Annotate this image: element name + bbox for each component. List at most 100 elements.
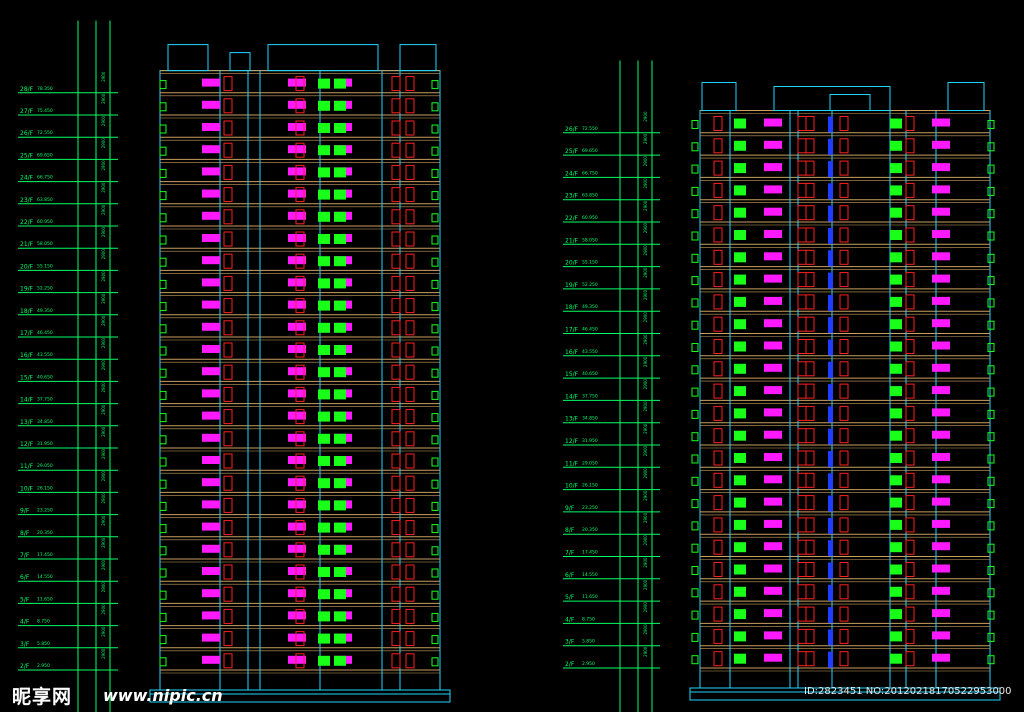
balcony-panel bbox=[890, 163, 902, 174]
window-frame bbox=[391, 164, 401, 180]
balcony-panel bbox=[932, 274, 950, 283]
storey-height-dimension: 2900 bbox=[643, 535, 648, 546]
storey-height-dimension: 2900 bbox=[101, 293, 106, 304]
balcony-panel bbox=[764, 207, 782, 216]
edge-balcony bbox=[431, 635, 439, 645]
stair-window bbox=[828, 317, 833, 334]
window-frame bbox=[797, 339, 807, 354]
storey-height-dimension: 2900 bbox=[101, 559, 106, 570]
storey-height-dimension: 2900 bbox=[101, 182, 106, 193]
edge-balcony bbox=[431, 568, 439, 578]
level-value: 66.750 bbox=[37, 175, 53, 181]
window-frame bbox=[223, 497, 233, 513]
balcony-panel bbox=[334, 322, 346, 333]
storey-height-dimension: 2900 bbox=[643, 446, 648, 457]
level-value: 31.950 bbox=[582, 438, 598, 444]
edge-balcony bbox=[691, 632, 699, 642]
floor-label: 14/F bbox=[20, 397, 34, 404]
balcony-panel bbox=[890, 274, 902, 285]
balcony-panel bbox=[764, 185, 782, 194]
balcony-panel bbox=[932, 363, 950, 372]
balcony-panel bbox=[288, 167, 306, 176]
right-building-elevation: 2/F 2.950 2900 3/F 5.850 2900 4/F 8.750 2900 5/F 1… bbox=[563, 60, 1001, 712]
level-value: 66.750 bbox=[582, 170, 598, 176]
edge-balcony bbox=[159, 302, 167, 312]
floor-label: 14/F bbox=[565, 393, 579, 400]
floor-label: 12/F bbox=[565, 438, 579, 445]
level-value: 60.950 bbox=[37, 219, 53, 225]
floor-label: 13/F bbox=[565, 416, 579, 423]
balcony-panel bbox=[932, 252, 950, 261]
balcony-panel bbox=[890, 497, 902, 508]
balcony-panel bbox=[202, 633, 220, 642]
window-frame bbox=[223, 187, 233, 203]
floor-label: 23/F bbox=[565, 193, 579, 200]
storey-height-dimension: 2900 bbox=[101, 448, 106, 459]
balcony-panel bbox=[764, 519, 782, 528]
edge-balcony bbox=[691, 387, 699, 397]
level-value: 23.250 bbox=[37, 508, 53, 514]
window-frame bbox=[797, 428, 807, 444]
level-value: 26.150 bbox=[582, 483, 598, 489]
balcony-panel bbox=[318, 345, 330, 355]
edge-balcony bbox=[159, 368, 167, 378]
level-value: 14.550 bbox=[37, 574, 53, 580]
balcony-panel bbox=[334, 633, 346, 644]
window-frame bbox=[797, 160, 807, 176]
window-frame bbox=[223, 453, 233, 469]
storey-height-dimension: 2900 bbox=[643, 111, 648, 122]
stair-window bbox=[828, 406, 833, 423]
window-frame bbox=[839, 606, 849, 622]
edge-balcony bbox=[987, 343, 995, 352]
edge-balcony bbox=[691, 476, 699, 486]
level-value: 37.750 bbox=[37, 397, 53, 403]
balcony-panel bbox=[932, 497, 950, 506]
edge-balcony bbox=[431, 235, 439, 245]
edge-balcony bbox=[691, 298, 699, 308]
stair-window bbox=[828, 495, 833, 512]
window-frame bbox=[405, 520, 415, 536]
window-frame bbox=[805, 539, 815, 555]
level-value: 8.750 bbox=[37, 619, 50, 625]
edge-balcony bbox=[987, 476, 995, 486]
stair-window bbox=[828, 651, 833, 668]
storey-height-dimension: 2900 bbox=[643, 267, 648, 278]
window-frame bbox=[713, 405, 723, 421]
window-frame bbox=[905, 383, 915, 399]
window-frame bbox=[805, 294, 815, 310]
balcony-panel bbox=[932, 542, 950, 551]
balcony-panel bbox=[890, 252, 902, 263]
balcony-panel bbox=[288, 611, 306, 620]
stair-window bbox=[828, 451, 833, 467]
level-value: 58.050 bbox=[37, 241, 53, 247]
level-value: 69.650 bbox=[582, 148, 598, 154]
edge-balcony bbox=[691, 588, 699, 598]
window-frame bbox=[391, 542, 401, 558]
window-frame bbox=[223, 431, 233, 447]
edge-balcony bbox=[159, 102, 167, 112]
balcony-panel bbox=[318, 589, 330, 600]
balcony-panel bbox=[318, 78, 330, 89]
window-frame bbox=[839, 272, 849, 288]
level-value: 34.850 bbox=[37, 419, 53, 425]
window-frame bbox=[405, 253, 415, 269]
window-frame bbox=[805, 361, 815, 377]
window-frame bbox=[713, 339, 723, 354]
level-value: 11.650 bbox=[582, 594, 598, 600]
window-frame bbox=[713, 294, 723, 310]
edge-balcony bbox=[691, 142, 699, 152]
window-frame bbox=[905, 182, 915, 198]
window-frame bbox=[405, 342, 415, 358]
level-value: 29.050 bbox=[37, 463, 53, 469]
balcony-panel bbox=[890, 653, 902, 664]
balcony-panel bbox=[890, 586, 902, 597]
edge-balcony bbox=[691, 164, 699, 174]
edge-balcony bbox=[159, 413, 167, 423]
window-frame bbox=[391, 275, 401, 291]
window-frame bbox=[391, 142, 401, 158]
balcony-panel bbox=[288, 256, 306, 265]
window-frame bbox=[405, 209, 415, 225]
edge-balcony bbox=[987, 432, 995, 442]
edge-balcony bbox=[691, 186, 699, 196]
window-frame bbox=[905, 205, 915, 221]
